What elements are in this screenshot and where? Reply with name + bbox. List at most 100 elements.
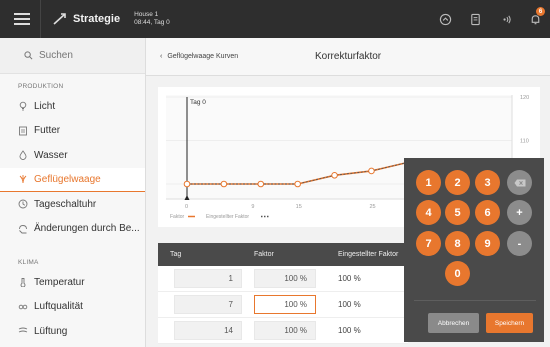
home-icon xyxy=(439,13,451,25)
page-title: Korrekturfaktor xyxy=(315,51,382,62)
table-row: 1 100 % 100 % xyxy=(158,266,408,292)
document-button[interactable] xyxy=(460,0,490,38)
menu-icon[interactable] xyxy=(14,13,30,25)
poultry-scale-icon xyxy=(18,174,28,184)
search-input[interactable] xyxy=(39,50,129,61)
faktor-input[interactable]: 100 % xyxy=(254,269,316,288)
key-8[interactable]: 8 xyxy=(445,231,470,256)
sidebar-item-label: Tageschaltuhr xyxy=(34,198,97,210)
data-point[interactable] xyxy=(294,180,301,188)
sidebar-item-licht[interactable]: Licht xyxy=(0,94,145,119)
key-7[interactable]: 7 xyxy=(416,231,441,256)
sidebar-item-label: Geflügelwaage xyxy=(34,173,101,185)
x-tick-label: 9 xyxy=(251,204,254,210)
sidebar-item-wasser[interactable]: Wasser xyxy=(0,143,145,168)
data-point[interactable] xyxy=(331,172,338,179)
y-tick-label: 120 xyxy=(520,95,529,101)
house-info[interactable]: House 1 08:44, Tag 0 xyxy=(134,11,170,27)
data-point[interactable] xyxy=(220,180,228,188)
table-row: 7 100 % 100 % xyxy=(158,292,408,318)
legend-eingestellter: Eingestellter Faktor xyxy=(206,214,249,220)
plus-button[interactable]: + xyxy=(507,200,532,225)
back-link[interactable]: ‹ Geflügelwaage Kurven xyxy=(160,53,238,60)
section-title-produktion: PRODUKTION xyxy=(18,83,64,90)
signal-icon xyxy=(502,14,511,24)
key-4[interactable]: 4 xyxy=(416,200,441,225)
sidebar-item-label: Temperatur xyxy=(34,276,85,288)
key-3[interactable]: 3 xyxy=(475,170,500,195)
x-tick-label: 0 xyxy=(185,204,188,210)
col-header-faktor: Faktor xyxy=(254,251,274,258)
sidebar-item-aenderungen[interactable]: Änderungen durch Be... xyxy=(0,217,145,242)
water-drop-icon xyxy=(18,150,28,161)
document-icon xyxy=(470,13,480,25)
back-label: Geflügelwaage Kurven xyxy=(167,53,239,60)
eingestellter-value: 100 % xyxy=(338,274,361,283)
notification-badge: 6 xyxy=(536,7,545,16)
backspace-button[interactable] xyxy=(507,170,532,195)
sidebar-item-label: Wasser xyxy=(34,149,68,161)
tag-input[interactable]: 7 xyxy=(174,295,242,314)
y-tick-label: 110 xyxy=(520,139,529,145)
strategy-icon xyxy=(53,13,66,25)
section-title-klima: KLIMA xyxy=(18,259,39,266)
sidebar-item-luftqualitaet[interactable]: Luftqualität xyxy=(0,295,145,320)
app-title[interactable]: Strategie xyxy=(73,13,120,25)
key-6[interactable]: 6 xyxy=(475,200,500,225)
sidebar-item-futter[interactable]: Futter xyxy=(0,119,145,144)
sidebar-item-label: Luftqualität xyxy=(34,301,83,313)
sidebar-item-gefluegelwaage[interactable]: Geflügelwaage xyxy=(0,167,145,192)
chevron-left-icon: ‹ xyxy=(160,53,163,60)
signal-button[interactable] xyxy=(490,0,520,38)
col-header-tag: Tag xyxy=(170,251,182,258)
faktor-input[interactable]: 100 % xyxy=(254,321,316,340)
x-tick-label: 25 xyxy=(369,204,375,210)
eingestellter-value: 100 % xyxy=(338,300,361,309)
thermometer-icon xyxy=(18,277,28,288)
numeric-keypad: 1 2 3 4 5 6 + 7 8 9 - 0 Abbrechen Speich… xyxy=(404,158,544,342)
cancel-button[interactable]: Abbrechen xyxy=(428,313,479,333)
backspace-icon xyxy=(514,179,525,186)
sidebar-item-label: Futter xyxy=(34,125,61,137)
key-2[interactable]: 2 xyxy=(445,170,470,195)
header-divider xyxy=(40,0,41,38)
table-row: 14 100 % 100 % xyxy=(158,318,408,344)
sidebar-item-tageschaltuhr[interactable]: Tageschaltuhr xyxy=(0,192,145,217)
top-bar: Strategie House 1 08:44, Tag 0 6 xyxy=(0,0,550,38)
eingestellter-value: 100 % xyxy=(338,326,361,335)
bulb-icon xyxy=(18,101,28,111)
ventilation-icon xyxy=(18,326,28,336)
house-name: House 1 xyxy=(134,11,159,18)
feed-icon xyxy=(18,126,28,136)
search-bar[interactable] xyxy=(0,38,145,74)
sidebar-item-temperatur[interactable]: Temperatur xyxy=(0,270,145,295)
clock-icon xyxy=(18,199,28,209)
key-1[interactable]: 1 xyxy=(416,170,441,195)
search-icon xyxy=(24,51,33,60)
key-9[interactable]: 9 xyxy=(475,231,500,256)
changes-icon xyxy=(18,224,28,234)
sidebar-item-label: Lüftung xyxy=(34,325,68,337)
alarm-button[interactable]: 6 xyxy=(520,0,550,38)
keypad-divider xyxy=(414,300,536,301)
factor-table: Tag Faktor Eingestellter Faktor 1 100 % … xyxy=(158,243,408,344)
data-point[interactable] xyxy=(183,180,191,188)
tag-input[interactable]: 1 xyxy=(174,269,242,288)
save-button[interactable]: Speichern xyxy=(486,313,533,333)
sidebar-item-label: Änderungen durch Be... xyxy=(34,223,140,235)
data-point[interactable] xyxy=(368,167,375,175)
data-point[interactable] xyxy=(257,180,265,188)
sidebar-item-lueftung[interactable]: Lüftung xyxy=(0,319,145,344)
subheader: ‹ Geflügelwaage Kurven Korrekturfaktor xyxy=(146,38,550,76)
faktor-input-focused[interactable]: 100 % xyxy=(254,295,316,314)
time-marker-label: Tag 0 xyxy=(190,99,206,106)
minus-button[interactable]: - xyxy=(507,231,532,256)
key-5[interactable]: 5 xyxy=(445,200,470,225)
home-button[interactable] xyxy=(430,0,460,38)
col-header-eingestellter: Eingestellter Faktor xyxy=(338,251,399,258)
air-quality-icon xyxy=(18,302,28,312)
key-0[interactable]: 0 xyxy=(445,261,470,286)
tag-input[interactable]: 14 xyxy=(174,321,242,340)
legend-faktor: Faktor xyxy=(170,214,185,220)
table-header: Tag Faktor Eingestellter Faktor xyxy=(158,243,408,266)
